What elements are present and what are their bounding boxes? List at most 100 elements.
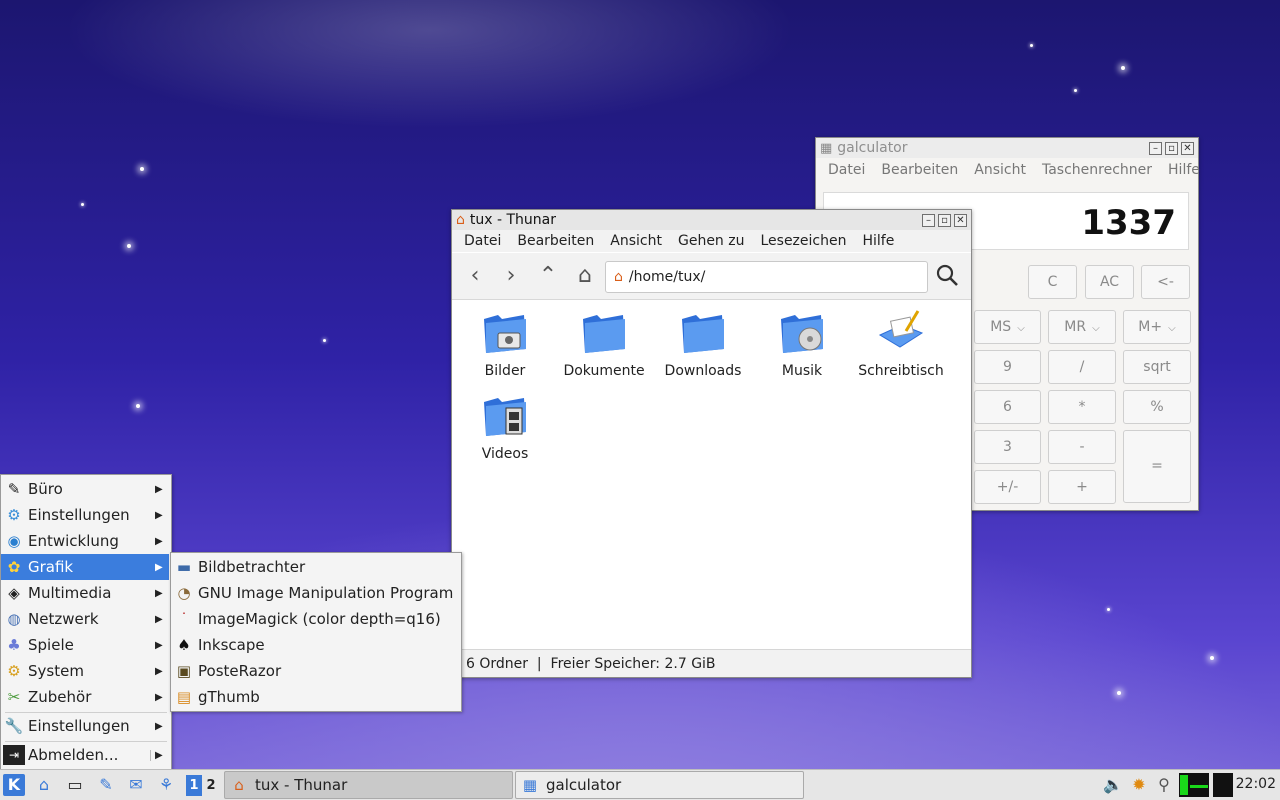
three-button[interactable]: 3 [974,430,1041,464]
star [1121,66,1125,70]
menu-lesezeichen[interactable]: Lesezeichen [752,233,854,249]
memory-add-button[interactable]: M+ ⌵ [1123,310,1191,344]
menu-item-zubehoer[interactable]: ✂ Zubehör ▶ [1,684,169,710]
maximize-button[interactable]: ▫ [1165,141,1178,155]
menu-item-multimedia[interactable]: ◈ Multimedia ▶ [1,580,169,606]
home-icon[interactable]: ⌂ [572,263,598,289]
menu-item-label: Bildbetrachter [198,558,306,576]
memory-recall-button[interactable]: MR ⌵ [1048,310,1116,344]
menu-datei[interactable]: Datei [456,233,509,249]
menu-item-netzwerk[interactable]: ◍ Netzwerk ▶ [1,606,169,632]
menu-item-grafik[interactable]: ✿ Grafik ▶ [1,554,169,580]
location-bar[interactable]: ⌂ /home/tux/ [605,261,928,293]
development-icon: ◉ [7,532,21,550]
volume-icon[interactable]: 🔈 [1102,774,1124,796]
menu-ansicht[interactable]: Ansicht [602,233,670,249]
clear-button[interactable]: C [1028,265,1077,299]
inkscape-icon: ♠ [177,636,191,654]
settings-icon: ⚙ [7,506,21,524]
menu-ansicht[interactable]: Ansicht [966,162,1034,178]
calc-title: galculator [837,140,908,156]
folder-pictures-icon [480,307,530,357]
menu-gehen-zu[interactable]: Gehen zu [670,233,753,249]
thunar-title: tux - Thunar [469,212,556,228]
percent-button[interactable]: % [1123,390,1191,424]
folder-schreibtisch[interactable]: Schreibtisch [853,307,949,379]
logout-icon: ⇥ [3,745,25,765]
menu-item-gimp[interactable]: ◔ GNU Image Manipulation Program [171,580,459,606]
maximize-button[interactable]: ▫ [938,213,951,227]
menu-item-settings[interactable]: 🔧 Einstellungen ▶ [1,713,169,739]
start-menu-icon[interactable]: K [3,774,25,796]
editor-icon[interactable]: ✎ [95,774,117,796]
menu-item-bildbetrachter[interactable]: ▬ Bildbetrachter [171,554,459,580]
menu-item-entwicklung[interactable]: ◉ Entwicklung ▶ [1,528,169,554]
task-thunar[interactable]: ⌂ tux - Thunar [224,771,513,799]
menu-item-einstellungen[interactable]: ⚙ Einstellungen ▶ [1,502,169,528]
star [1210,656,1214,660]
plus-minus-button[interactable]: +/- [974,470,1041,504]
menu-item-label: System [28,662,84,680]
task-galculator[interactable]: ▦ galculator [515,771,804,799]
menu-item-spiele[interactable]: ♣ Spiele ▶ [1,632,169,658]
backspace-button[interactable]: <- [1141,265,1190,299]
close-button[interactable]: ✕ [954,213,967,227]
multiply-button[interactable]: * [1048,390,1116,424]
menu-item-system[interactable]: ⚙ System ▶ [1,658,169,684]
menu-item-label: Inkscape [198,636,265,654]
imagemagick-icon: ˙ [180,610,188,628]
network-icon: ◍ [7,610,21,628]
menu-item-buero[interactable]: ✎ Büro ▶ [1,476,169,502]
terminal-icon[interactable]: ▭ [64,774,86,796]
back-icon[interactable]: ‹ [462,263,488,289]
all-clear-button[interactable]: AC [1085,265,1134,299]
minus-button[interactable]: - [1048,430,1116,464]
folder-dokumente[interactable]: Dokumente [556,307,652,379]
folder-downloads[interactable]: Downloads [655,307,751,379]
sqrt-button[interactable]: sqrt [1123,350,1191,384]
desktop-2-button[interactable]: 2 [203,775,219,796]
menu-hilfe[interactable]: Hilfe [854,233,902,249]
menu-bearbeiten[interactable]: Bearbeiten [873,162,966,178]
menu-item-label: Entwicklung [28,532,119,550]
star [1107,608,1110,611]
thunar-titlebar[interactable]: ⌂ tux - Thunar – ▫ ✕ [452,210,971,230]
folder-bilder[interactable]: Bilder [457,307,553,379]
brightness-icon[interactable]: ✹ [1128,774,1150,796]
menu-item-posterazor[interactable]: ▣ PosteRazor [171,658,459,684]
six-button[interactable]: 6 [974,390,1041,424]
menu-item-logout[interactable]: ⇥ Abmelden... ▶ [1,742,169,768]
graphics-icon: ✿ [7,558,21,576]
network-icon[interactable]: ⚘ [155,774,177,796]
minimize-button[interactable]: – [1149,141,1162,155]
minimize-button[interactable]: – [922,213,935,227]
memory-store-button[interactable]: MS ⌵ [974,310,1041,344]
menu-bearbeiten[interactable]: Bearbeiten [509,233,602,249]
menu-item-imagemagick[interactable]: ˙ ImageMagick (color depth=q16) [171,606,459,632]
menu-datei[interactable]: Datei [820,162,873,178]
menu-item-inkscape[interactable]: ♠ Inkscape [171,632,459,658]
folder-videos-icon [480,390,530,440]
plus-button[interactable]: + [1048,470,1116,504]
file-view[interactable]: Bilder Dokumente Downloads Musik Schreib… [452,300,971,647]
forward-icon[interactable]: › [498,263,524,289]
close-button[interactable]: ✕ [1181,141,1194,155]
menu-taschenrechner[interactable]: Taschenrechner [1034,162,1160,178]
calc-titlebar[interactable]: ▦ galculator – ▫ ✕ [816,138,1198,158]
equals-button[interactable]: = [1123,430,1191,503]
desktop-1-button[interactable]: 1 [186,775,202,796]
network-status-icon[interactable]: ⚲ [1153,774,1175,796]
calculator-icon: ▦ [820,140,833,156]
office-icon: ✎ [7,480,21,498]
folder-musik[interactable]: Musik [754,307,850,379]
menu-hilfe[interactable]: Hilfe [1160,162,1208,178]
home-launcher-icon[interactable]: ⌂ [33,774,55,796]
up-icon[interactable]: ⌃ [535,263,561,289]
menu-item-gthumb[interactable]: ▤ gThumb [171,684,459,710]
search-icon[interactable] [934,263,960,289]
thunar-window[interactable]: ⌂ tux - Thunar – ▫ ✕ Datei Bearbeiten An… [451,209,972,678]
nine-button[interactable]: 9 [974,350,1041,384]
mail-icon[interactable]: ✉ [125,774,147,796]
divide-button[interactable]: / [1048,350,1116,384]
folder-videos[interactable]: Videos [457,390,553,462]
